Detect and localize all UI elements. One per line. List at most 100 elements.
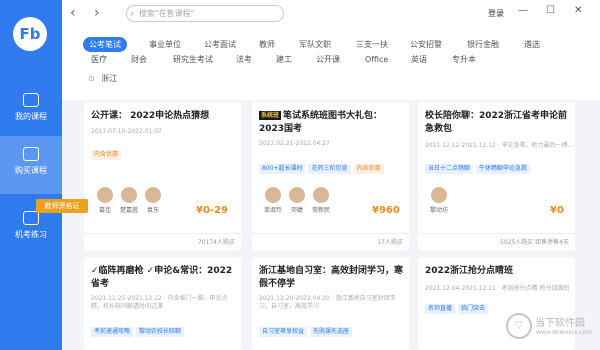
course-tag: 内含优惠 [353,164,384,174]
category-tab[interactable]: 专升本 [452,52,476,67]
category-tab[interactable]: 建工 [276,52,292,67]
category-filter: 公考笔试 事业单位 公考面试 教师 军队文职 三支一扶 公安招警 银行金融 遴选… [62,28,600,100]
course-card[interactable]: 校长陪你聊：2022浙江省考申论前急救包 2021.12.12-2021.12.… [418,102,575,250]
maximize-icon[interactable]: ☐ [546,5,555,16]
category-tab[interactable]: Office [365,52,388,67]
teacher-name: 袁东 [146,207,159,214]
category-tab[interactable]: 银行金融 [467,37,499,52]
sidebar-item-label: 购买课程 [15,166,47,175]
site-watermark: ▽ 当下软件园 www.downxia.com [506,310,596,344]
course-price: ¥960 [372,205,400,216]
course-card[interactable]: 公开课： 2022申论热点猜想 2017.07.10-2022.01.07 内含… [84,102,241,250]
course-tag: 内含优惠 [91,150,122,160]
cert-tooltip[interactable]: 教师资格证 [36,199,88,213]
course-card[interactable]: ✓临阵再磨枪 ✓申论&常识：2022省考 2021.11.25-2021.12.… [84,257,241,350]
course-tag: 先购课先选座 [310,327,353,337]
avatar [431,187,447,203]
teacher-name: 常新民 [311,207,330,214]
avatar [97,187,113,203]
course-date: 2021.11.25-2021.12.12 · 内含临门一脚，申论点睛，校长陪同… [91,295,228,310]
sidebar-item-my-courses[interactable]: 我的课程 [0,82,62,140]
category-tab[interactable]: 军队文职 [299,37,331,52]
course-tag: 黎动农校长陪聊 [136,327,185,337]
course-tag: 当日十二点畅聊 [425,164,474,174]
course-tag: 临门突击 [458,304,489,314]
search-icon: ⌕ [130,9,135,18]
category-tab[interactable]: 财会 [131,52,147,67]
course-tags: 名师直播 临门突击 [425,295,491,314]
course-tags: 800+超长课时 花药三阶包息 内含优惠 [259,155,387,174]
play-icon [23,147,39,161]
sidebar: Fb 我的课程 购买课程 机考练习 [0,0,62,350]
category-tab[interactable]: 英语 [411,52,427,67]
course-tags: 考前速通攻略 黎动农校长陪聊 [91,318,187,337]
course-title: 2022浙江抢分点睛班 [425,266,514,276]
course-price: ¥0 [550,205,564,216]
search-placeholder: 搜索"在售课程" [139,9,195,18]
course-date: 2017.07.10-2022.01.07 [91,128,162,135]
watermark-en: www.downxia.com [536,329,592,336]
category-tab[interactable]: 教师 [259,37,275,52]
book-icon [23,93,39,107]
system-class-badge: 系统班 [259,111,282,120]
category-tab[interactable]: 公开课 [316,52,340,67]
watermark-cn: 当下软件园 [535,318,585,329]
login-button[interactable]: 登录 [488,8,504,19]
teacher: 常新民 [307,187,335,214]
back-icon[interactable]: ‹ [70,6,76,20]
course-title: ✓临阵再磨枪 ✓申论&常识：2022省考 [91,266,233,289]
watermark-logo-icon: ▽ [506,313,532,339]
course-title: 公开课： 2022申论热点猜想 [91,111,210,121]
course-card[interactable]: 浙江基地自习室：高效封闭学习，寒假不停学 2021.12.20-2022.04.… [252,257,409,350]
course-card[interactable]: 系统班 笔试系统班图书大礼包：2023国考 2022.02.21-2022.04.… [252,102,409,250]
course-title-wrap: 系统班 笔试系统班图书大礼包：2023国考 [259,110,405,136]
category-tab[interactable]: 法考 [236,52,252,67]
course-tag: 名师直播 [425,304,456,314]
category-tab[interactable]: 事业单位 [149,37,181,52]
purchase-count: 17人购买 [252,233,409,250]
search-input[interactable]: ⌕ 搜索"在售课程" [126,5,284,22]
avatar [313,187,329,203]
app-window: Fb 我的课程 购买课程 机考练习 教师资格证 ‹ › ⌕ 搜索"在售课程" 登… [0,0,600,350]
sidebar-item-buy-courses[interactable]: 购买课程 [0,136,62,194]
category-tab[interactable]: 公考面试 [204,37,236,52]
course-tag: 午休畅聊申论急救 [476,164,531,174]
course-date: 2021.12.04-2021.12.11 · 考前抢分点睛 抢分加固班 [425,285,570,292]
course-date: 2021.12.12-2021.12.12 · 申论急救，助力最后一搏... [425,142,574,149]
category-tab[interactable]: 医疗 [91,52,107,67]
course-price: ¥0-29 [196,205,228,216]
course-tags: 内含优惠 [91,141,124,160]
avatar [145,187,161,203]
forward-icon[interactable]: › [94,6,100,20]
sidebar-item-label: 我的课程 [15,112,47,121]
course-tags: 当日十二点畅聊 午休畅聊申论急救 [425,155,533,174]
region-label: 浙江 [101,74,118,83]
category-tab[interactable]: 研究生考试 [173,52,213,67]
topbar: ‹ › ⌕ 搜索"在售课程" 登录 — ☐ ✕ [62,0,600,28]
category-tab[interactable]: 公安招警 [410,37,442,52]
location-icon: ⊙ [88,74,95,83]
avatar [289,187,305,203]
category-tab[interactable]: 遴选 [524,37,540,52]
course-title: 校长陪你聊：2022浙江省考申论前急救包 [425,111,568,134]
purchase-count: 5025人购买 距售停售4天 [418,233,575,250]
purchase-count: 70174人购买 [84,233,241,250]
teacher: 袁东 [139,187,167,214]
course-date: 2022.02.21-2022.04.27 [259,140,330,147]
minimize-icon[interactable]: — [518,5,528,16]
category-tab[interactable]: 公考笔试 [83,37,127,52]
category-tab[interactable]: 三支一扶 [356,37,388,52]
avatar [265,187,281,203]
region-selector[interactable]: ⊙ 浙江 [88,73,117,84]
close-icon[interactable]: ✕ [574,5,582,16]
course-tag: 自习室尊享权益 [259,327,308,337]
course-tags: 自习室尊享权益 先购课先选座 [259,318,355,337]
exam-icon [23,211,39,225]
course-title: 浙江基地自习室：高效封闭学习，寒假不停学 [259,266,404,289]
course-tag: 花药三阶包息 [308,164,351,174]
course-tag: 800+超长课时 [259,164,306,174]
teacher-name: 黎动坊 [429,207,448,214]
teacher: 黎动坊 [425,187,453,214]
course-date: 2021.12.20-2022.04.20 · 浙江基地自习室封闭学习，自习室，… [259,295,396,310]
app-logo: Fb [13,17,47,51]
